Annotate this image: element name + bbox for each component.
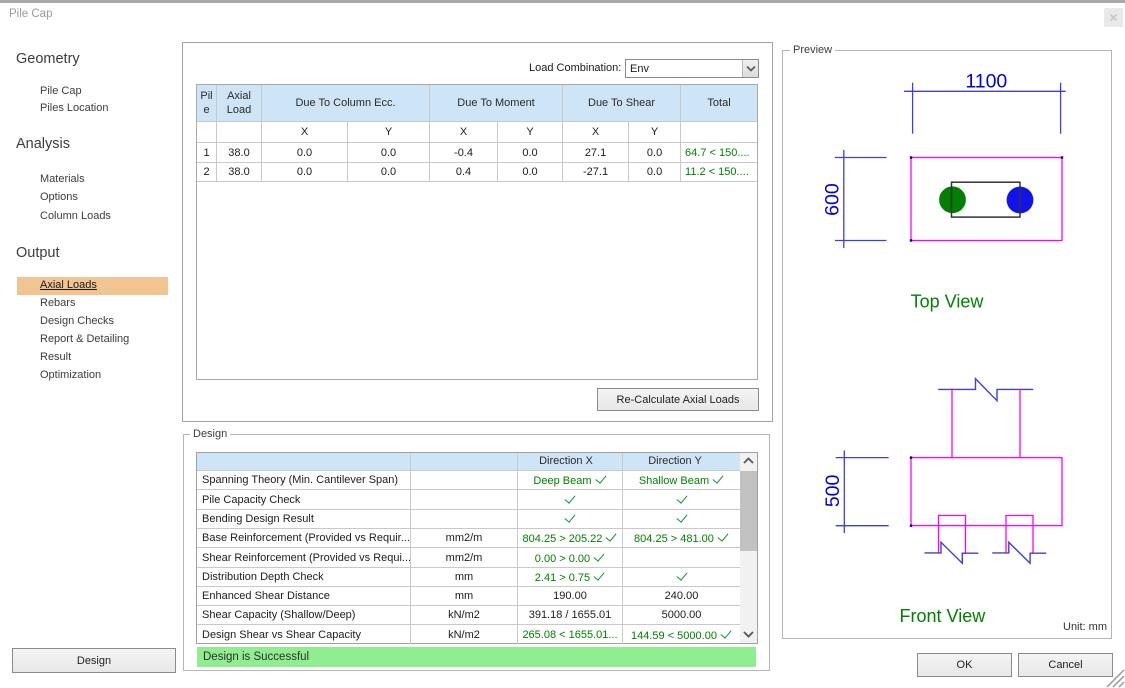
svg-text:600: 600 bbox=[822, 183, 844, 216]
svg-text:Front View: Front View bbox=[900, 606, 987, 626]
svg-text:1100: 1100 bbox=[965, 71, 1007, 93]
svg-text:Top View: Top View bbox=[911, 291, 985, 311]
svg-text:500: 500 bbox=[822, 474, 844, 507]
